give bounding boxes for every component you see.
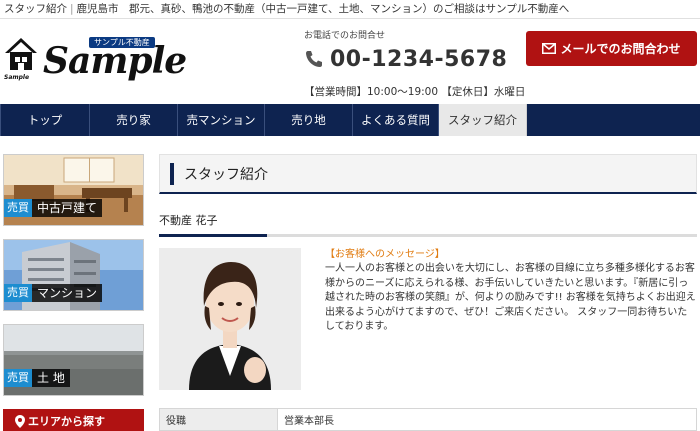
staff-photo bbox=[159, 248, 301, 390]
nav-label: 売り家 bbox=[116, 113, 151, 127]
area-search-label: エリアから探す bbox=[28, 415, 105, 428]
sidebar: 売買 中古戸建て 売買 マンション 売買 土 地 エリアから探す bbox=[3, 154, 144, 431]
banner-label: 中古戸建て bbox=[32, 199, 103, 217]
main-content: スタッフ紹介 不動産 花子 【お客様へのメッセージ】 一人一人のお客様との出会い… bbox=[159, 154, 697, 431]
nav-label: 売り地 bbox=[291, 113, 326, 127]
banner-label: 土 地 bbox=[32, 369, 70, 387]
phone-contact: お電話でのお問合せ 00-1234-5678 【営業時間】10:00～19:00… bbox=[304, 28, 526, 99]
nav-item-houses[interactable]: 売り家 bbox=[90, 104, 178, 136]
breadcrumb-separator: | bbox=[70, 3, 74, 15]
phone-number-row[interactable]: 00-1234-5678 bbox=[304, 46, 524, 72]
nav-label: よくある質問 bbox=[361, 113, 430, 127]
mail-inquiry-button[interactable]: メールでのお問合わせ bbox=[526, 31, 697, 66]
staff-message: 【お客様へのメッセージ】 一人一人のお客様との出会いを大切にし、お客様の目線に立… bbox=[325, 248, 697, 335]
nav-label: トップ bbox=[27, 113, 63, 127]
phone-number: 00-1234-5678 bbox=[330, 46, 508, 72]
logo-small-wordmark: Sample bbox=[4, 74, 30, 81]
banner-label: マンション bbox=[32, 284, 103, 302]
staff-info-table: 役職 営業本部長 bbox=[159, 408, 697, 431]
business-hours: 【営業時間】10:00～19:00 【定休日】水曜日 bbox=[304, 86, 526, 98]
phone-icon bbox=[306, 51, 322, 67]
phone-caption: お電話でのお問合せ bbox=[304, 31, 386, 41]
nav-item-land[interactable]: 売り地 bbox=[265, 104, 353, 136]
banner-tag: 売買 bbox=[4, 199, 32, 217]
nav-item-staff[interactable]: スタッフ紹介 bbox=[439, 104, 527, 136]
banner-tag: 売買 bbox=[4, 369, 32, 387]
global-nav: トップ 売り家 売マンション 売り地 よくある質問 スタッフ紹介 bbox=[0, 104, 700, 136]
house-logo-icon bbox=[5, 38, 37, 70]
banner-tag: 売買 bbox=[4, 284, 32, 302]
site-logo[interactable]: サンプル不動産 Sample Sample bbox=[3, 36, 193, 98]
map-pin-icon bbox=[15, 414, 25, 428]
breadcrumb-page-name: スタッフ紹介 bbox=[4, 3, 67, 15]
site-header: サンプル不動産 Sample Sample お電話でのお問合せ 00-1234-… bbox=[0, 20, 700, 102]
table-row: 役職 営業本部長 bbox=[159, 408, 697, 431]
banner-used-houses[interactable]: 売買 中古戸建て bbox=[3, 154, 144, 226]
mail-icon bbox=[542, 43, 557, 54]
page-heading: スタッフ紹介 bbox=[159, 154, 697, 194]
top-lead-bar: スタッフ紹介 | 鹿児島市 郡元、真砂、鴨池の不動産（中古一戸建て、土地、マンション… bbox=[0, 0, 700, 19]
staff-name: 不動産 花子 bbox=[159, 214, 218, 227]
nav-item-faq[interactable]: よくある質問 bbox=[353, 104, 439, 136]
banner-land[interactable]: 売買 土 地 bbox=[3, 324, 144, 396]
banner-condos[interactable]: 売買 マンション bbox=[3, 239, 144, 311]
nav-label: 売マンション bbox=[186, 113, 256, 127]
heading-accent-bar bbox=[170, 163, 174, 185]
logo-wordmark: Sample bbox=[43, 40, 187, 82]
nav-item-top[interactable]: トップ bbox=[0, 104, 90, 136]
table-row-value: 営業本部長 bbox=[277, 408, 697, 431]
nav-label: スタッフ紹介 bbox=[448, 113, 517, 127]
area-search-button[interactable]: エリアから探す bbox=[3, 409, 144, 431]
mail-inquiry-label: メールでのお問合わせ bbox=[560, 42, 681, 56]
message-heading: 【お客様へのメッセージ】 bbox=[325, 249, 445, 260]
staff-name-underline bbox=[159, 234, 697, 237]
site-lead-text: 鹿児島市 郡元、真砂、鴨池の不動産（中古一戸建て、土地、マンション）のご相談はサ… bbox=[76, 3, 570, 15]
page-title: スタッフ紹介 bbox=[184, 167, 268, 183]
nav-item-condos[interactable]: 売マンション bbox=[178, 104, 265, 136]
message-body: 一人一人のお客様との出会いを大切にし、お客様の目線に立ち多種多様化するお客様から… bbox=[325, 263, 696, 332]
table-row-label: 役職 bbox=[159, 408, 278, 431]
